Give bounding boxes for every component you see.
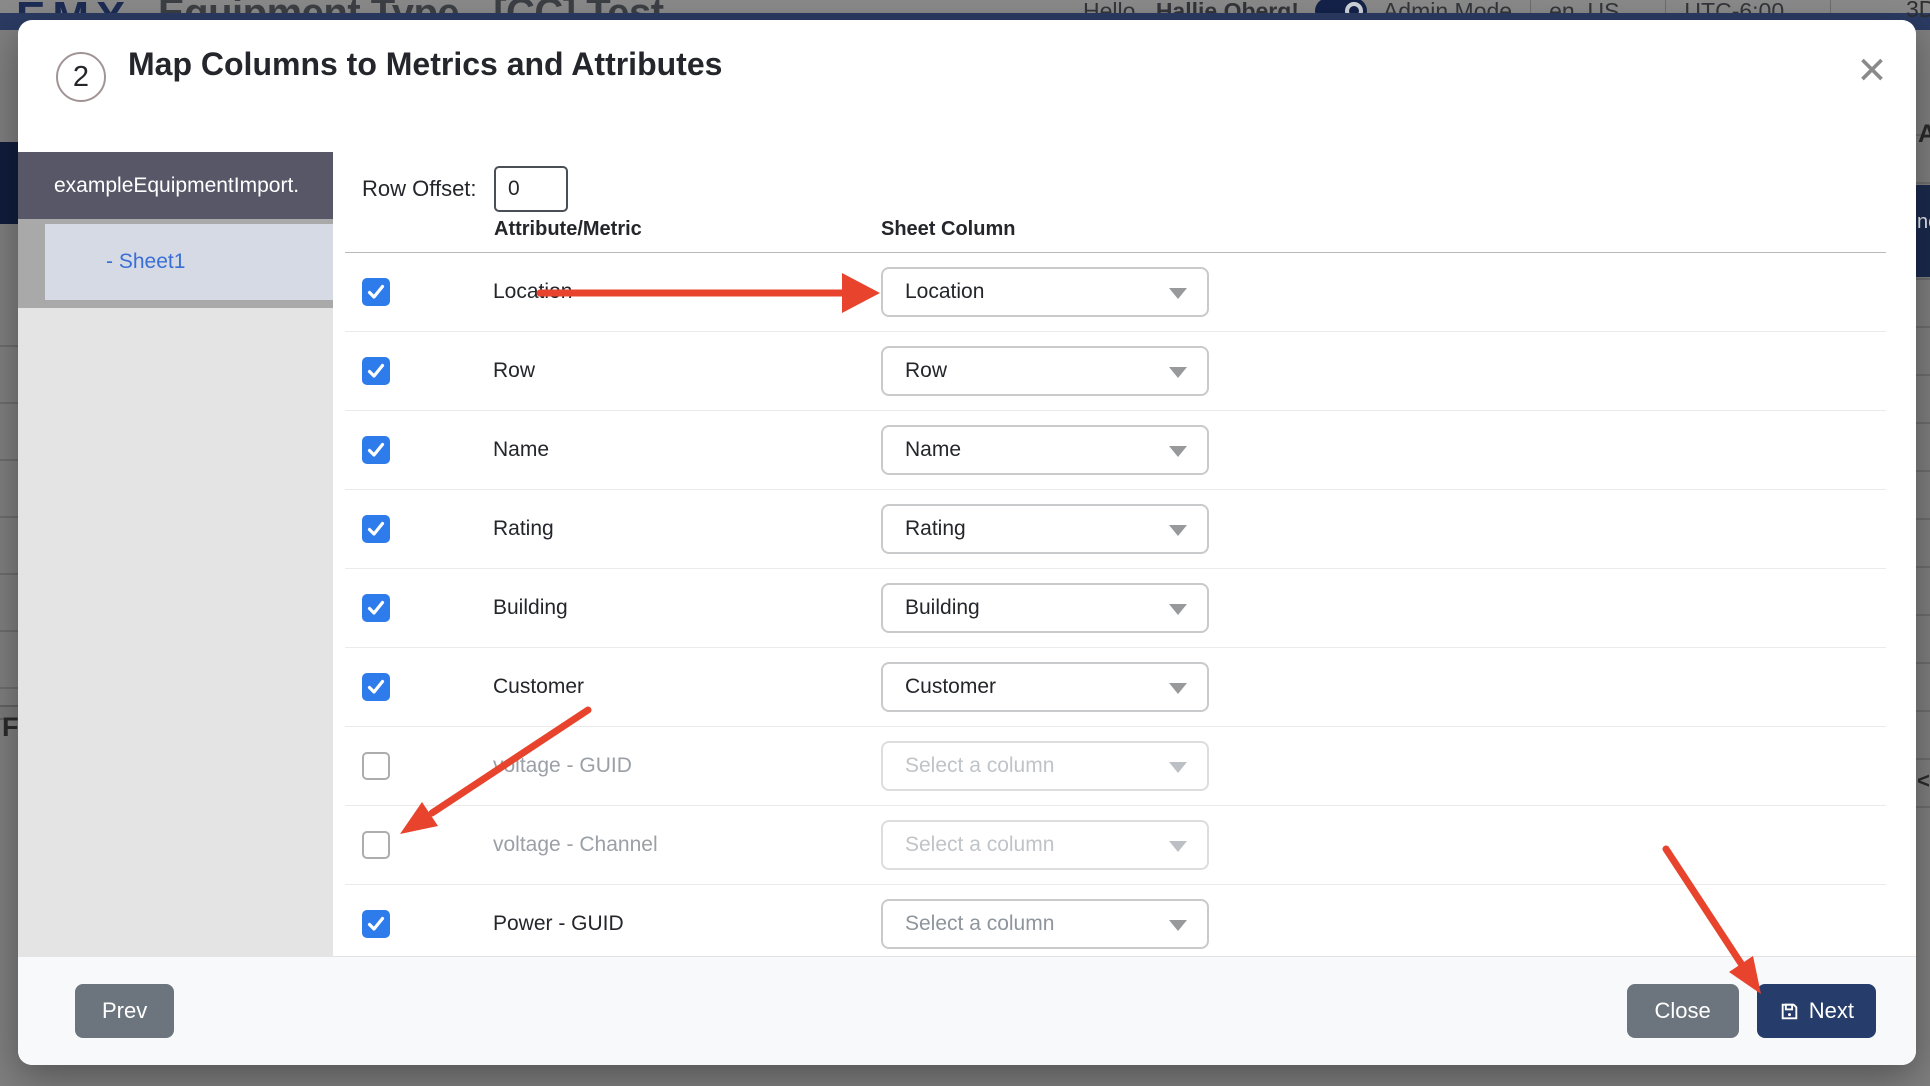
sheet-tab[interactable]: - Sheet1: [45, 224, 333, 300]
mapping-row: voltage - Channel Select a column: [345, 806, 1886, 885]
sheet-column-select[interactable]: Building: [881, 583, 1209, 633]
select-value: Location: [905, 269, 984, 315]
checkbox-unchecked[interactable]: [362, 752, 390, 780]
attribute-label: voltage - Channel: [493, 806, 658, 884]
sheet-column-select[interactable]: Customer: [881, 662, 1209, 712]
select-value: Select a column: [905, 822, 1054, 868]
select-value: Row: [905, 348, 947, 394]
sheet-column-select: Select a column: [881, 820, 1209, 870]
footer-right-buttons: Close Next: [1627, 984, 1877, 1038]
step-number-badge: 2: [56, 52, 106, 102]
chevron-down-icon: [1169, 604, 1187, 615]
sheet-column-select: Select a column: [881, 741, 1209, 791]
screenshot-root: EMX Equipment Type - [CC] Test Hello, Ha…: [0, 0, 1930, 1086]
mapping-rows: LocationLocationRowRowNameNameRatingRati…: [345, 252, 1886, 964]
checkbox-checked[interactable]: [362, 594, 390, 622]
background-right-button-fragment: ne: [1916, 185, 1930, 277]
checkbox-unchecked[interactable]: [362, 831, 390, 859]
chevron-down-icon: [1169, 841, 1187, 852]
background-left-rows: [0, 290, 18, 710]
chevron-down-icon: [1169, 762, 1187, 773]
attribute-label: Rating: [493, 490, 554, 568]
modal-title: Map Columns to Metrics and Attributes: [128, 46, 722, 83]
attribute-metric-header: Attribute/Metric: [494, 218, 642, 241]
select-value: Name: [905, 427, 961, 473]
chevron-down-icon: [1169, 683, 1187, 694]
modal-body: exampleEquipmentImport. - Sheet1 Row Off…: [18, 120, 1916, 957]
attribute-label: Customer: [493, 648, 584, 726]
chevron-down-icon: [1169, 288, 1187, 299]
checkbox-checked[interactable]: [362, 673, 390, 701]
attribute-label: Name: [493, 411, 549, 489]
close-button[interactable]: Close: [1627, 984, 1739, 1038]
attribute-label: Power - GUID: [493, 885, 624, 963]
checkbox-checked[interactable]: [362, 357, 390, 385]
mapping-row: Location Location: [345, 253, 1886, 332]
mapping-row: Name Name: [345, 411, 1886, 490]
prev-button[interactable]: Prev: [75, 984, 174, 1038]
next-button[interactable]: Next: [1757, 984, 1876, 1038]
mapping-row: Customer Customer: [345, 648, 1886, 727]
close-icon[interactable]: ✕: [1854, 54, 1890, 90]
sheet-column-select[interactable]: Row: [881, 346, 1209, 396]
checkbox-checked[interactable]: [362, 910, 390, 938]
attribute-label: Row: [493, 332, 535, 410]
next-button-label: Next: [1809, 998, 1854, 1024]
mapping-row: Row Row: [345, 332, 1886, 411]
chevron-down-icon: [1169, 367, 1187, 378]
row-offset-label: Row Offset:: [362, 165, 477, 213]
checkbox-checked[interactable]: [362, 278, 390, 306]
select-value: Rating: [905, 506, 966, 552]
attribute-label: voltage - GUID: [493, 727, 632, 805]
modal-footer: Prev Close Next: [18, 956, 1916, 1065]
select-value: Building: [905, 585, 980, 631]
sheet-column-select[interactable]: Location: [881, 267, 1209, 317]
mapping-row: Rating Rating: [345, 490, 1886, 569]
chevron-down-icon: [1169, 525, 1187, 536]
row-offset-input[interactable]: [494, 166, 568, 212]
mapping-row: Power - GUID Select a column: [345, 885, 1886, 964]
select-value: Customer: [905, 664, 996, 710]
save-icon: [1779, 1001, 1800, 1022]
file-tab[interactable]: exampleEquipmentImport.: [18, 152, 333, 219]
select-value: Select a column: [905, 901, 1054, 947]
attribute-label: Building: [493, 569, 568, 647]
chevron-left-fragment: <: [1917, 768, 1930, 794]
chevron-down-icon: [1169, 446, 1187, 457]
mapping-row: voltage - GUID Select a column: [345, 727, 1886, 806]
checkbox-checked[interactable]: [362, 515, 390, 543]
background-right-text-fragment: A: [1918, 120, 1930, 149]
sheet-column-select[interactable]: Rating: [881, 504, 1209, 554]
sheet-column-select[interactable]: Name: [881, 425, 1209, 475]
select-value: Select a column: [905, 743, 1054, 789]
mapping-row: Building Building: [345, 569, 1886, 648]
mapping-content: Row Offset: Attribute/Metric Sheet Colum…: [345, 120, 1886, 957]
modal-header: 2 Map Columns to Metrics and Attributes …: [18, 20, 1916, 121]
map-columns-modal: 2 Map Columns to Metrics and Attributes …: [18, 20, 1916, 1065]
background-left-text-fragment: F: [2, 712, 19, 743]
checkbox-checked[interactable]: [362, 436, 390, 464]
sidebar-panel: [18, 308, 333, 957]
attribute-label: Location: [493, 253, 572, 331]
chevron-down-icon: [1169, 920, 1187, 931]
sheet-column-select[interactable]: Select a column: [881, 899, 1209, 949]
sheet-column-header: Sheet Column: [881, 218, 1015, 241]
background-left-nav-block: [0, 142, 18, 224]
